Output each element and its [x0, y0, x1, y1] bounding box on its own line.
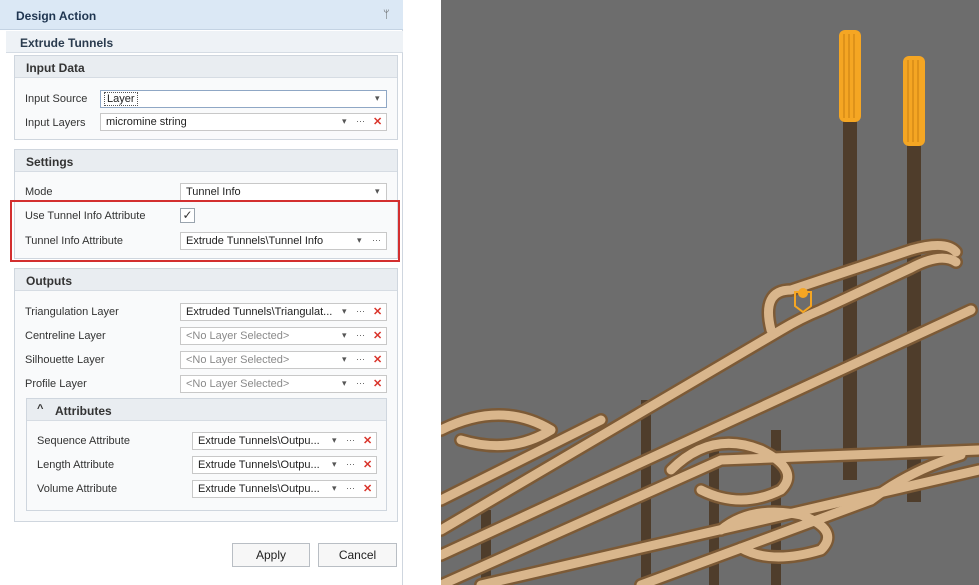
volume-attribute-label: Volume Attribute: [37, 483, 118, 495]
outputs-header: Outputs: [15, 269, 397, 291]
mode-label: Mode: [25, 186, 53, 198]
input-layers-field[interactable]: micromine string ▾ ··· ✕: [100, 113, 387, 131]
silhouette-layer-value: <No Layer Selected>: [186, 354, 290, 366]
chevron-down-icon[interactable]: ▾: [332, 459, 337, 470]
length-attribute-value: Extrude Tunnels\Outpu...: [198, 459, 320, 471]
profile-layer-field[interactable]: <No Layer Selected> ▾ ··· ✕: [180, 375, 387, 393]
mode-select[interactable]: Tunnel Info ▾: [180, 183, 387, 201]
triangulation-layer-value: Extruded Tunnels\Triangulat...: [186, 306, 333, 318]
clear-icon[interactable]: ✕: [363, 482, 372, 495]
panel-title: Design Action: [16, 9, 97, 23]
volume-attribute-value: Extrude Tunnels\Outpu...: [198, 483, 320, 495]
input-data-header: Input Data: [15, 56, 397, 78]
chevron-down-icon[interactable]: ▾: [342, 330, 347, 341]
collapse-chevron-icon[interactable]: ^: [37, 403, 43, 415]
more-icon[interactable]: ···: [356, 354, 365, 364]
length-attribute-field[interactable]: Extrude Tunnels\Outpu... ▾ ··· ✕: [192, 456, 377, 474]
volume-attribute-field[interactable]: Extrude Tunnels\Outpu... ▾ ··· ✕: [192, 480, 377, 498]
clear-icon[interactable]: ✕: [373, 353, 382, 366]
settings-title: Settings: [26, 155, 74, 169]
apply-button[interactable]: Apply: [232, 543, 310, 567]
sequence-attribute-field[interactable]: Extrude Tunnels\Outpu... ▾ ··· ✕: [192, 432, 377, 450]
design-action-panel: Design Action ᛘ Extrude Tunnels Input Da…: [0, 0, 403, 585]
more-icon[interactable]: ···: [356, 378, 365, 388]
panel-titlebar: Design Action ᛘ: [0, 0, 403, 30]
length-attribute-label: Length Attribute: [37, 459, 115, 471]
more-icon[interactable]: ···: [356, 116, 365, 126]
settings-header: Settings: [15, 150, 397, 172]
clear-icon[interactable]: ✕: [373, 305, 382, 318]
centreline-layer-field[interactable]: <No Layer Selected> ▾ ··· ✕: [180, 327, 387, 345]
more-icon[interactable]: ···: [346, 459, 355, 469]
chevron-down-icon[interactable]: ▾: [342, 116, 347, 127]
action-subheader: Extrude Tunnels: [6, 31, 403, 53]
chevron-down-icon[interactable]: ▾: [375, 186, 380, 197]
clear-icon[interactable]: ✕: [373, 329, 382, 342]
cancel-button[interactable]: Cancel: [318, 543, 397, 567]
input-data-title: Input Data: [26, 61, 85, 75]
silhouette-layer-label: Silhouette Layer: [25, 354, 105, 366]
pin-icon[interactable]: ᛘ: [383, 9, 393, 21]
chevron-down-icon[interactable]: ▾: [342, 354, 347, 365]
action-title: Extrude Tunnels: [20, 36, 114, 50]
centreline-layer-label: Centreline Layer: [25, 330, 106, 342]
shaft-right: [907, 92, 921, 502]
tunnel-model: [441, 30, 979, 585]
more-icon[interactable]: ···: [356, 306, 365, 316]
clear-icon[interactable]: ✕: [363, 458, 372, 471]
attributes-group: ^ Attributes Sequence Attribute Extrude …: [26, 398, 387, 511]
input-layers-value: micromine string: [106, 116, 187, 128]
shaft-head-left: [839, 30, 861, 122]
input-source-label: Input Source: [25, 93, 88, 105]
input-layers-label: Input Layers: [25, 117, 86, 129]
clear-icon[interactable]: ✕: [373, 115, 382, 128]
profile-layer-value: <No Layer Selected>: [186, 378, 290, 390]
mode-value: Tunnel Info: [186, 186, 241, 198]
input-source-value: Layer: [104, 92, 138, 106]
profile-layer-label: Profile Layer: [25, 378, 87, 390]
input-data-group: Input Data Input Source Layer ▾ Input La…: [14, 55, 398, 140]
outputs-group: Outputs Triangulation Layer Extruded Tun…: [14, 268, 398, 522]
more-icon[interactable]: ···: [346, 435, 355, 445]
silhouette-layer-field[interactable]: <No Layer Selected> ▾ ··· ✕: [180, 351, 387, 369]
centreline-layer-value: <No Layer Selected>: [186, 330, 290, 342]
input-source-select[interactable]: Layer ▾: [100, 90, 387, 108]
attributes-header[interactable]: ^ Attributes: [27, 399, 386, 421]
chevron-down-icon[interactable]: ▾: [332, 435, 337, 446]
triangulation-layer-field[interactable]: Extruded Tunnels\Triangulat... ▾ ··· ✕: [180, 303, 387, 321]
more-icon[interactable]: ···: [346, 483, 355, 493]
outputs-title: Outputs: [26, 274, 72, 288]
attributes-title: Attributes: [55, 404, 112, 418]
chevron-down-icon[interactable]: ▾: [375, 93, 380, 104]
triangulation-layer-label: Triangulation Layer: [25, 306, 119, 318]
sequence-attribute-label: Sequence Attribute: [37, 435, 130, 447]
chevron-down-icon[interactable]: ▾: [342, 378, 347, 389]
chevron-down-icon[interactable]: ▾: [342, 306, 347, 317]
sequence-attribute-value: Extrude Tunnels\Outpu...: [198, 435, 320, 447]
clear-icon[interactable]: ✕: [373, 377, 382, 390]
chevron-down-icon[interactable]: ▾: [332, 483, 337, 494]
highlight-box: [10, 200, 400, 262]
more-icon[interactable]: ···: [356, 330, 365, 340]
3d-viewport[interactable]: [441, 0, 979, 585]
shaft-head-right: [903, 56, 925, 146]
clear-icon[interactable]: ✕: [363, 434, 372, 447]
